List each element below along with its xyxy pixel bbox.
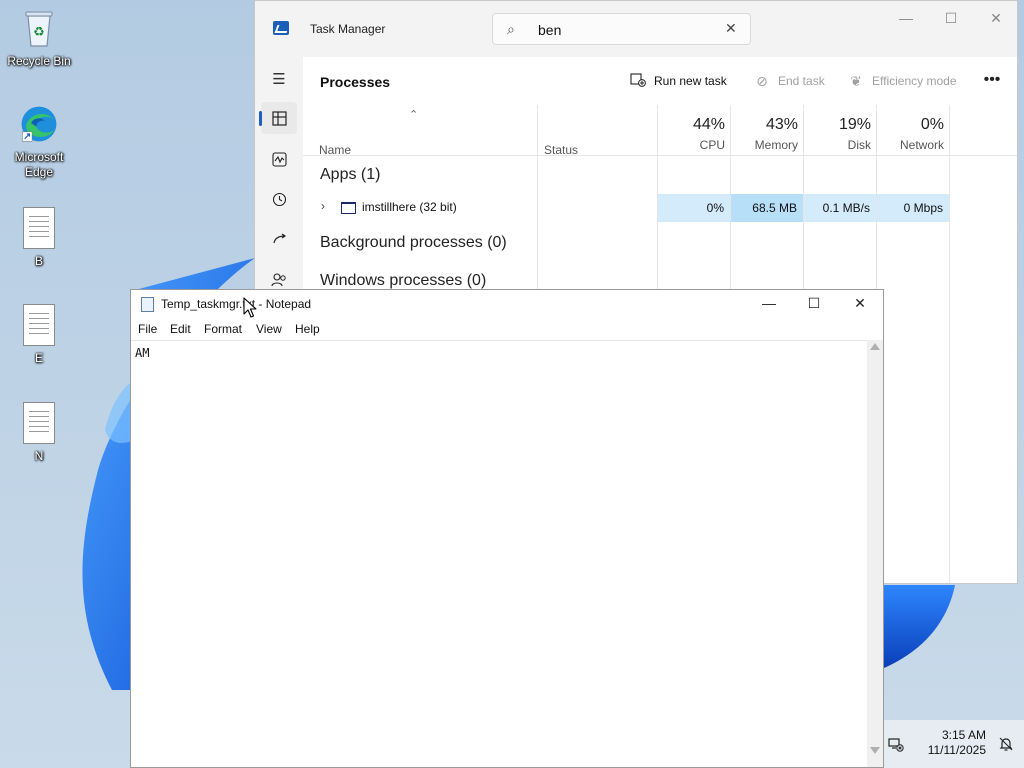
desktop-icon-label: Recycle Bin xyxy=(7,54,71,68)
column-header-name[interactable]: Name xyxy=(319,143,351,158)
disk-label: Disk xyxy=(847,138,871,152)
app-history-icon[interactable] xyxy=(261,183,297,215)
recycle-bin-icon: ♻ xyxy=(19,6,59,50)
menu-view[interactable]: View xyxy=(256,322,282,337)
taskbar-tray: 3:15 AM 11/11/2025 xyxy=(882,720,1024,768)
menu-help[interactable]: Help xyxy=(295,322,320,337)
process-cpu: 0% xyxy=(658,194,730,222)
network-disconnected-icon[interactable] xyxy=(888,736,906,752)
cpu-label: CPU xyxy=(699,138,725,152)
window-title: Task Manager xyxy=(310,22,386,36)
scroll-up-arrow-icon[interactable] xyxy=(870,343,880,350)
notepad-window: Temp_taskmgr.txt - Notepad — ☐ ✕ File Ed… xyxy=(130,289,884,768)
notepad-icon xyxy=(141,297,154,312)
memory-total-percent: 43% xyxy=(765,116,798,133)
run-new-task-label: Run new task xyxy=(654,74,727,88)
group-header-apps: Apps (1) xyxy=(320,166,381,183)
column-header-status[interactable]: Status xyxy=(544,143,578,158)
process-name: imstillhere (32 bit) xyxy=(362,200,457,214)
efficiency-mode-button[interactable]: ❦ Efficiency mode xyxy=(847,70,957,92)
menu-bar: File Edit Format View Help xyxy=(131,318,883,340)
desktop-icon-label: E xyxy=(34,351,43,365)
app-window-icon xyxy=(341,202,356,214)
run-task-icon xyxy=(629,72,647,90)
scroll-down-arrow-icon[interactable] xyxy=(870,747,880,754)
desktop-icon-b[interactable]: B xyxy=(1,206,77,269)
group-background[interactable]: Background processes (0) xyxy=(303,231,1017,255)
memory-label: Memory xyxy=(754,138,798,152)
group-header-windows: Windows processes (0) xyxy=(320,272,487,289)
network-label: Network xyxy=(899,138,944,152)
svg-text:♻: ♻ xyxy=(33,25,45,40)
disk-total-percent: 19% xyxy=(838,116,871,133)
mouse-pointer-icon xyxy=(243,297,257,318)
process-network: 0 Mbps xyxy=(877,194,949,222)
process-memory: 68.5 MB xyxy=(731,194,803,222)
network-total-percent: 0% xyxy=(920,116,944,133)
group-apps[interactable]: Apps (1) xyxy=(303,163,1017,187)
maximize-button[interactable]: ☐ xyxy=(799,294,829,314)
close-button[interactable]: ✕ xyxy=(845,294,875,314)
desktop-icon-edge[interactable]: Microsoft Edge xyxy=(1,102,77,180)
text-document-icon xyxy=(19,303,59,347)
group-header-background: Background processes (0) xyxy=(320,234,507,251)
minimize-button[interactable]: — xyxy=(754,294,784,314)
desktop-icon-e[interactable]: E xyxy=(1,303,77,366)
text-editor-area[interactable]: AM xyxy=(131,340,867,767)
editor-text: AM xyxy=(135,346,150,360)
search-icon: ⌕ xyxy=(507,21,515,37)
cpu-total-percent: 44% xyxy=(692,116,725,133)
page-title: Processes xyxy=(320,74,391,90)
notification-bell-icon[interactable] xyxy=(998,736,1016,752)
task-manager-logo-icon xyxy=(273,21,289,35)
process-row[interactable]: › imstillhere (32 bit) 0% 68.5 MB 0.1 MB… xyxy=(303,194,1017,222)
close-button[interactable]: ✕ xyxy=(982,9,1010,29)
desktop-icon-n[interactable]: N xyxy=(1,401,77,464)
end-task-icon: ⊘ xyxy=(756,72,768,89)
processes-icon[interactable] xyxy=(259,102,297,134)
efficiency-leaf-icon: ❦ xyxy=(850,72,862,89)
clear-search-icon[interactable]: ✕ xyxy=(725,20,737,37)
minimize-button[interactable]: — xyxy=(892,9,920,29)
menu-format[interactable]: Format xyxy=(204,322,242,337)
edge-icon xyxy=(19,102,59,146)
clock-time: 3:15 AM xyxy=(941,728,986,742)
end-task-button[interactable]: ⊘ End task xyxy=(753,70,825,92)
text-document-icon xyxy=(19,401,59,445)
search-input[interactable] xyxy=(538,20,718,40)
menu-file[interactable]: File xyxy=(138,322,157,337)
desktop-icon-label: N xyxy=(34,449,44,463)
text-document-icon xyxy=(19,206,59,250)
expand-chevron-icon[interactable]: › xyxy=(321,199,325,213)
process-disk: 0.1 MB/s xyxy=(804,194,876,222)
more-options-button[interactable]: ••• xyxy=(981,70,1003,92)
title-bar: Task Manager ⌕ ✕ — ☐ ✕ xyxy=(255,1,1017,57)
menu-edit[interactable]: Edit xyxy=(170,322,191,337)
run-new-task-button[interactable]: Run new task xyxy=(629,70,727,92)
desktop-icon-label: Microsoft Edge xyxy=(14,150,64,179)
clock[interactable]: 3:15 AM 11/11/2025 xyxy=(916,728,986,758)
startup-apps-icon[interactable] xyxy=(261,223,297,255)
sort-ascending-icon[interactable]: ⌃ xyxy=(409,108,418,121)
efficiency-mode-label: Efficiency mode xyxy=(872,74,957,88)
end-task-label: End task xyxy=(778,74,825,88)
desktop-icon-recycle-bin[interactable]: ♻ Recycle Bin xyxy=(1,6,77,69)
clock-date: 11/11/2025 xyxy=(927,743,986,757)
vertical-scrollbar[interactable] xyxy=(867,340,883,767)
maximize-button[interactable]: ☐ xyxy=(937,9,965,29)
performance-icon[interactable] xyxy=(261,143,297,175)
desktop-icon-label: B xyxy=(34,254,43,268)
menu-icon[interactable]: ☰ xyxy=(261,63,297,95)
window-title: Temp_taskmgr.txt - Notepad xyxy=(161,297,312,311)
search-box[interactable]: ⌕ ✕ xyxy=(492,13,751,45)
